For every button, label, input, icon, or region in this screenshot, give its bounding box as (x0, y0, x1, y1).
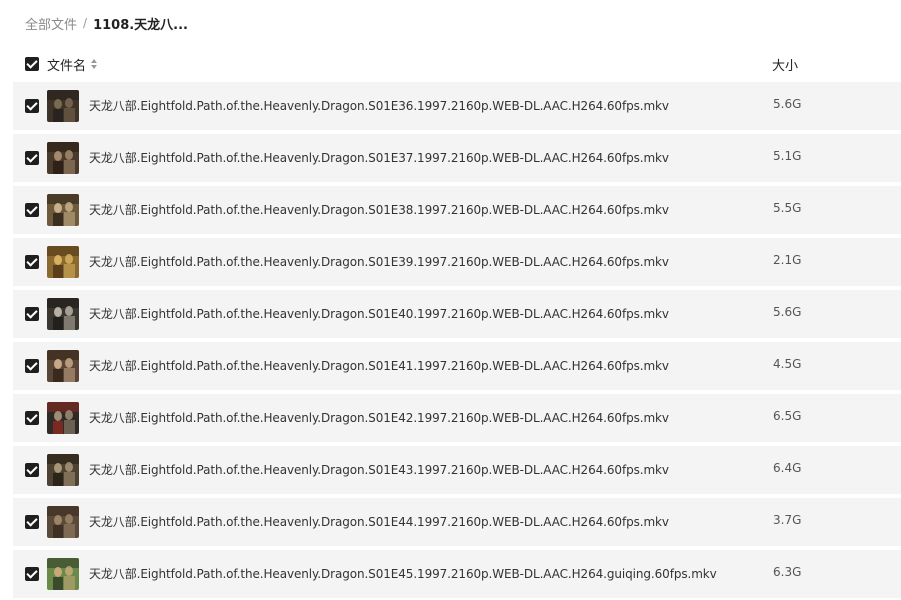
breadcrumb-separator: / (83, 16, 88, 30)
video-thumbnail (47, 350, 79, 382)
video-thumbnail (47, 298, 79, 330)
file-checkbox[interactable] (25, 307, 39, 321)
file-checkbox[interactable] (25, 151, 39, 165)
file-list-header: 文件名 大小 (0, 52, 901, 76)
file-row[interactable]: 天龙八部.Eightfold.Path.of.the.Heavenly.Drag… (13, 394, 901, 442)
file-checkbox[interactable] (25, 567, 39, 581)
file-row[interactable]: 天龙八部.Eightfold.Path.of.the.Heavenly.Drag… (13, 290, 901, 338)
file-row[interactable]: 天龙八部.Eightfold.Path.of.the.Heavenly.Drag… (13, 82, 901, 130)
file-size: 5.6G (773, 305, 802, 319)
file-checkbox[interactable] (25, 203, 39, 217)
video-thumbnail (47, 454, 79, 486)
file-size: 4.5G (773, 357, 802, 371)
file-size: 3.7G (773, 513, 802, 527)
breadcrumb: 全部文件 / 1108.天龙八... (25, 13, 188, 33)
file-name[interactable]: 天龙八部.Eightfold.Path.of.the.Heavenly.Drag… (89, 149, 669, 166)
file-row[interactable]: 天龙八部.Eightfold.Path.of.the.Heavenly.Drag… (13, 238, 901, 286)
select-all-checkbox[interactable] (25, 57, 39, 71)
video-thumbnail (47, 402, 79, 434)
file-row[interactable]: 天龙八部.Eightfold.Path.of.the.Heavenly.Drag… (13, 446, 901, 494)
file-size: 6.5G (773, 409, 802, 423)
sort-icon[interactable] (91, 58, 99, 71)
file-row[interactable]: 天龙八部.Eightfold.Path.of.the.Heavenly.Drag… (13, 186, 901, 234)
video-thumbnail (47, 90, 79, 122)
breadcrumb-current-folder: 1108.天龙八... (93, 17, 188, 33)
video-thumbnail (47, 506, 79, 538)
video-thumbnail (47, 558, 79, 590)
file-checkbox[interactable] (25, 255, 39, 269)
file-list: 天龙八部.Eightfold.Path.of.the.Heavenly.Drag… (13, 82, 901, 600)
file-size: 5.6G (773, 97, 802, 111)
file-size: 5.1G (773, 149, 802, 163)
file-name[interactable]: 天龙八部.Eightfold.Path.of.the.Heavenly.Drag… (89, 201, 669, 218)
file-row[interactable]: 天龙八部.Eightfold.Path.of.the.Heavenly.Drag… (13, 498, 901, 546)
file-checkbox[interactable] (25, 463, 39, 477)
file-name[interactable]: 天龙八部.Eightfold.Path.of.the.Heavenly.Drag… (89, 357, 669, 374)
file-name[interactable]: 天龙八部.Eightfold.Path.of.the.Heavenly.Drag… (89, 253, 669, 270)
file-checkbox[interactable] (25, 515, 39, 529)
file-name[interactable]: 天龙八部.Eightfold.Path.of.the.Heavenly.Drag… (89, 461, 669, 478)
video-thumbnail (47, 142, 79, 174)
file-row[interactable]: 天龙八部.Eightfold.Path.of.the.Heavenly.Drag… (13, 342, 901, 390)
file-name[interactable]: 天龙八部.Eightfold.Path.of.the.Heavenly.Drag… (89, 565, 717, 582)
file-row[interactable]: 天龙八部.Eightfold.Path.of.the.Heavenly.Drag… (13, 134, 901, 182)
file-size: 6.4G (773, 461, 802, 475)
file-row[interactable]: 天龙八部.Eightfold.Path.of.the.Heavenly.Drag… (13, 550, 901, 598)
size-column-header: 大小 (772, 59, 799, 74)
file-name[interactable]: 天龙八部.Eightfold.Path.of.the.Heavenly.Drag… (89, 305, 669, 322)
file-checkbox[interactable] (25, 359, 39, 373)
file-size: 5.5G (773, 201, 802, 215)
file-checkbox[interactable] (25, 99, 39, 113)
file-size: 6.3G (773, 565, 802, 579)
file-name[interactable]: 天龙八部.Eightfold.Path.of.the.Heavenly.Drag… (89, 409, 669, 426)
breadcrumb-root-link[interactable]: 全部文件 (25, 14, 77, 33)
name-column-header[interactable]: 文件名 (47, 55, 99, 74)
file-name[interactable]: 天龙八部.Eightfold.Path.of.the.Heavenly.Drag… (89, 97, 669, 114)
file-size: 2.1G (773, 253, 802, 267)
video-thumbnail (47, 246, 79, 278)
file-name[interactable]: 天龙八部.Eightfold.Path.of.the.Heavenly.Drag… (89, 513, 669, 530)
file-checkbox[interactable] (25, 411, 39, 425)
video-thumbnail (47, 194, 79, 226)
name-column-label: 文件名 (47, 59, 87, 74)
